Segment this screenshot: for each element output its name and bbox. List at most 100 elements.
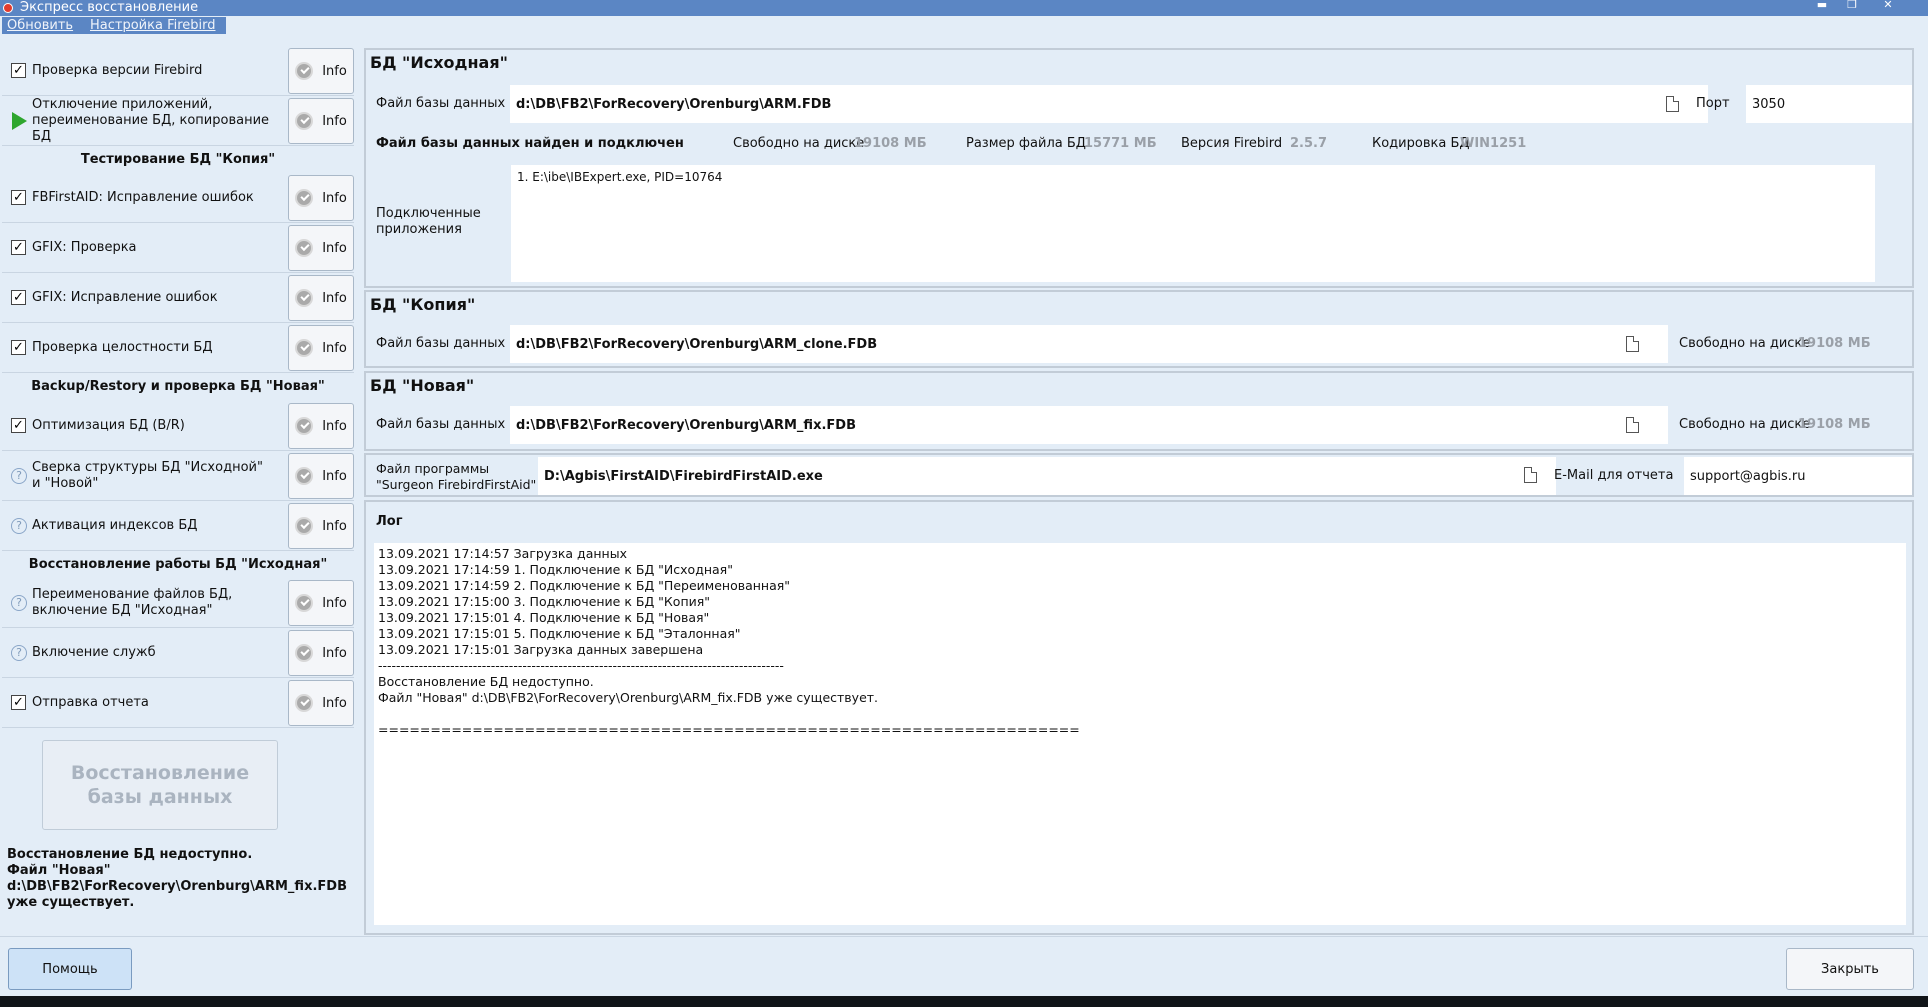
source-file-field[interactable]: d:\DB\FB2\ForRecovery\Orenburg\ARM.FDB bbox=[510, 85, 1708, 123]
file-icon[interactable] bbox=[1626, 417, 1639, 433]
info-button[interactable]: Info bbox=[288, 48, 354, 94]
checkbox[interactable]: ✓ bbox=[11, 340, 26, 355]
info-button[interactable]: Info bbox=[288, 225, 354, 271]
panel-copy-db: БД "Копия" Файл базы данных d:\DB\FB2\Fo… bbox=[364, 290, 1914, 368]
step-send-report: ✓ Отправка отчета Info bbox=[2, 679, 354, 728]
free-disk-value: 19108 МБ bbox=[1798, 417, 1871, 432]
panel-title: БД "Новая" bbox=[370, 376, 475, 395]
free-disk-label: Свободно на диске bbox=[1679, 336, 1811, 351]
close-button[interactable]: Закрыть bbox=[1786, 948, 1914, 990]
connected-apps-list[interactable]: 1. E:\ibe\IBExpert.exe, PID=10764 bbox=[511, 165, 1875, 282]
info-button[interactable]: Info bbox=[288, 503, 354, 549]
port-field[interactable]: 3050 bbox=[1746, 85, 1912, 123]
question-icon: ? bbox=[11, 518, 27, 534]
step-label: Сверка структуры БД "Исходной" и "Новой" bbox=[32, 460, 263, 491]
question-icon: ? bbox=[11, 468, 27, 484]
check-circle-icon bbox=[295, 289, 314, 307]
info-button[interactable]: Info bbox=[288, 680, 354, 726]
info-button[interactable]: Info bbox=[288, 98, 354, 144]
section-test-copy: Тестирование БД "Копия" bbox=[80, 152, 276, 167]
new-file-field[interactable]: d:\DB\FB2\ForRecovery\Orenburg\ARM_fix.F… bbox=[510, 406, 1668, 444]
step-label: Проверка целостности БД bbox=[32, 340, 213, 355]
section-restore-source: Восстановление работы БД "Исходная" bbox=[28, 557, 328, 572]
minimize-icon[interactable]: ▬ bbox=[1810, 0, 1834, 12]
info-button[interactable]: Info bbox=[288, 275, 354, 321]
check-circle-icon bbox=[295, 189, 314, 207]
file-label: Файл базы данных bbox=[376, 417, 506, 432]
check-circle-icon bbox=[295, 417, 314, 435]
bottom-bar bbox=[0, 936, 1928, 996]
panel-title: БД "Исходная" bbox=[370, 53, 508, 72]
checkbox[interactable]: ✓ bbox=[11, 418, 26, 433]
connected-apps-label: Подключенные приложения bbox=[376, 206, 481, 237]
email-field[interactable]: support@agbis.ru bbox=[1684, 457, 1912, 495]
file-icon[interactable] bbox=[1626, 336, 1639, 352]
step-label: GFIX: Исправление ошибок bbox=[32, 290, 218, 305]
step-fbfirstaid: ✓ FBFirstAID: Исправление ошибок Info bbox=[2, 174, 354, 223]
step-label: Отключение приложений, переименование БД… bbox=[32, 97, 270, 144]
checkbox[interactable]: ✓ bbox=[11, 290, 26, 305]
fb-version-label: Версия Firebird bbox=[1181, 136, 1283, 151]
info-button[interactable]: Info bbox=[288, 630, 354, 676]
window-title: Экспресс восстановление bbox=[20, 0, 199, 15]
question-icon: ? bbox=[11, 645, 27, 661]
file-label: Файл базы данных bbox=[376, 336, 506, 351]
free-disk-label: Свободно на диске bbox=[1679, 417, 1811, 432]
program-file-field[interactable]: D:\Agbis\FirstAID\FirebirdFirstAID.exe bbox=[538, 457, 1556, 495]
check-circle-icon bbox=[295, 594, 314, 612]
log-text[interactable]: 13.09.2021 17:14:57 Загрузка данных 13.0… bbox=[374, 543, 1906, 925]
step-integrity: ✓ Проверка целостности БД Info bbox=[2, 324, 354, 373]
step-label: Проверка версии Firebird bbox=[32, 63, 203, 78]
file-icon[interactable] bbox=[1524, 467, 1537, 483]
free-disk-value: 19108 МБ bbox=[1798, 336, 1871, 351]
info-button[interactable]: Info bbox=[288, 403, 354, 449]
file-label: Файл базы данных bbox=[376, 96, 506, 111]
checkbox[interactable]: ✓ bbox=[11, 63, 26, 78]
info-button[interactable]: Info bbox=[288, 580, 354, 626]
check-circle-icon bbox=[295, 339, 314, 357]
panel-new-db: БД "Новая" Файл базы данных d:\DB\FB2\Fo… bbox=[364, 371, 1914, 451]
check-circle-icon bbox=[295, 694, 314, 712]
step-enable-services: ? Включение служб Info bbox=[2, 629, 354, 678]
log-title: Лог bbox=[376, 514, 403, 529]
free-disk-value: 19108 МБ bbox=[854, 136, 927, 151]
step-label: Отправка отчета bbox=[32, 695, 149, 710]
checkbox[interactable]: ✓ bbox=[11, 190, 26, 205]
info-button[interactable]: Info bbox=[288, 175, 354, 221]
step-firebird-version: ✓ Проверка версии Firebird Info bbox=[2, 47, 354, 96]
info-button[interactable]: Info bbox=[288, 453, 354, 499]
panel-source-db: БД "Исходная" Файл базы данных d:\DB\FB2… bbox=[364, 48, 1914, 288]
panel-program: Файл программы "Surgeon FirebirdFirstAid… bbox=[364, 453, 1914, 497]
restore-database-button[interactable]: Восстановление базы данных bbox=[42, 740, 278, 830]
maximize-icon[interactable]: ❐ bbox=[1840, 0, 1864, 12]
encoding-value: WIN1251 bbox=[1460, 136, 1527, 151]
app-icon bbox=[3, 3, 13, 13]
fb-version-value: 2.5.7 bbox=[1290, 136, 1328, 151]
step-label: Оптимизация БД (B/R) bbox=[32, 418, 185, 433]
section-backup-restore: Backup/Restory и проверка БД "Новая" bbox=[31, 379, 325, 394]
checkbox[interactable]: ✓ bbox=[11, 240, 26, 255]
file-size-label: Размер файла БД bbox=[966, 136, 1086, 151]
copy-file-field[interactable]: d:\DB\FB2\ForRecovery\Orenburg\ARM_clone… bbox=[510, 325, 1668, 363]
checkbox[interactable]: ✓ bbox=[11, 695, 26, 710]
encoding-label: Кодировка БД bbox=[1372, 136, 1470, 151]
menu-bar bbox=[0, 16, 1928, 36]
step-label: Активация индексов БД bbox=[32, 518, 198, 533]
step-gfix-check: ✓ GFIX: Проверка Info bbox=[2, 224, 354, 273]
step-label: Включение служб bbox=[32, 645, 156, 660]
step-optimization: ✓ Оптимизация БД (B/R) Info bbox=[2, 402, 354, 451]
title-bar bbox=[0, 0, 1928, 16]
step-label: GFIX: Проверка bbox=[32, 240, 137, 255]
play-icon bbox=[12, 112, 27, 130]
check-circle-icon bbox=[295, 62, 314, 80]
close-icon[interactable]: ✕ bbox=[1876, 0, 1900, 12]
help-button[interactable]: Помощь bbox=[8, 948, 132, 990]
menu-refresh[interactable]: Обновить bbox=[7, 17, 73, 34]
info-button[interactable]: Info bbox=[288, 325, 354, 371]
step-label: FBFirstAID: Исправление ошибок bbox=[32, 190, 254, 205]
check-circle-icon bbox=[295, 644, 314, 662]
taskbar-strip bbox=[0, 996, 1928, 1007]
step-rename-files: ? Переименование файлов БД, включение БД… bbox=[2, 579, 354, 628]
menu-firebird-settings[interactable]: Настройка Firebird bbox=[90, 17, 216, 34]
file-icon[interactable] bbox=[1666, 96, 1679, 112]
